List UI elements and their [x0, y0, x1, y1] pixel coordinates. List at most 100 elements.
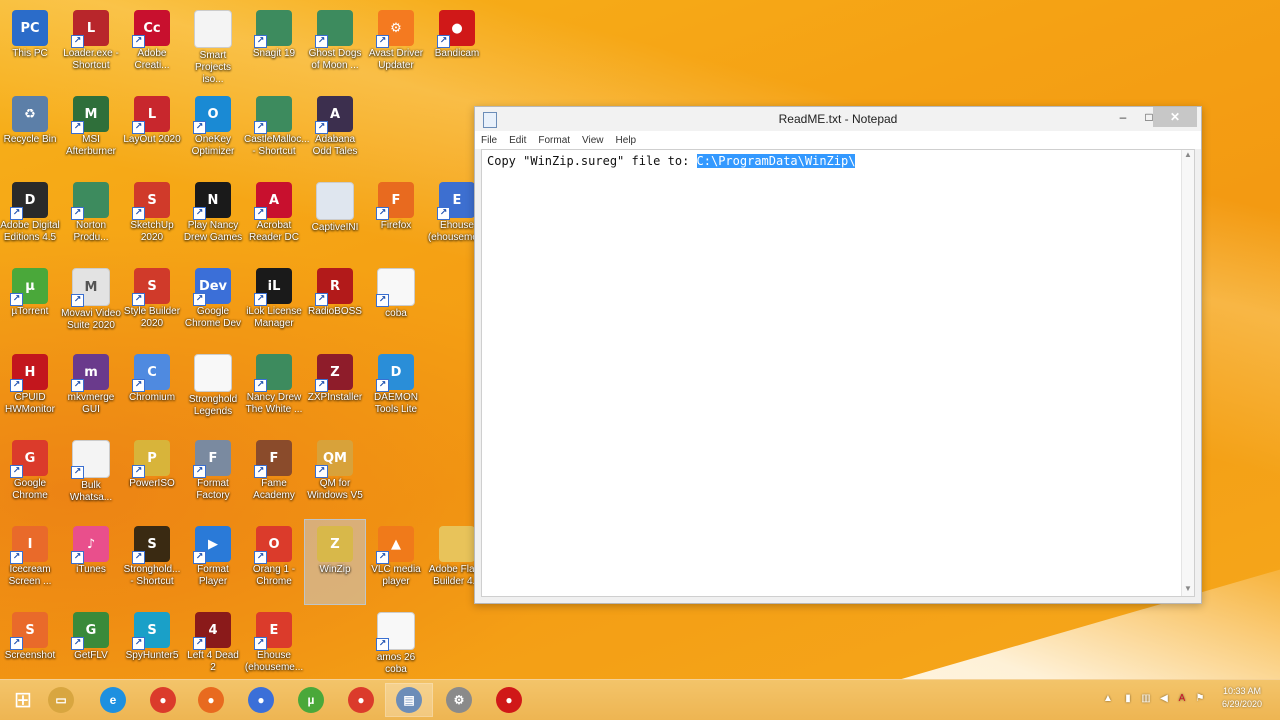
taskbar-notepad[interactable]: ▤	[385, 683, 433, 717]
desktop-icon-msi-afterburner[interactable]: M ↗ MSI Afterburner	[61, 90, 121, 174]
desktop-icon-this-pc[interactable]: PC This PC	[0, 4, 60, 88]
desktop-icon-label: Fame Academy	[253, 478, 295, 501]
taskbar-chrome-ehouse[interactable]: ●	[338, 684, 384, 716]
tray-volume-icon[interactable]: ◀	[1158, 693, 1170, 705]
desktop-icon-style-builder-2020[interactable]: S ↗ Style Builder 2020	[122, 262, 182, 346]
desktop-icon-recycle-bin[interactable]: ♻ Recycle Bin	[0, 90, 60, 174]
desktop-icon-smart-projects-iso[interactable]: Smart Projects iso...	[183, 4, 243, 88]
desktop-icon-cpuid-hwmonitor[interactable]: H ↗ CPUID HWMonitor	[0, 348, 60, 432]
menu-bar: File Edit Format View Help	[475, 131, 1201, 149]
bandicam-icon: ●	[496, 687, 522, 713]
taskbar-file-explorer[interactable]: ▭	[38, 684, 84, 716]
desktop-icon-label: Avast Driver Updater	[368, 48, 424, 71]
desktop-icon-spyhunter5[interactable]: S ↗ SpyHunter5	[122, 606, 182, 690]
shortcut-arrow-icon: ↗	[376, 35, 389, 48]
desktop-icon-sketchup-2020[interactable]: S ↗ SketchUp 2020	[122, 176, 182, 260]
desktop-icon-castlemalloc-shortcut[interactable]: ↗ CastleMalloc... - Shortcut	[244, 90, 310, 174]
desktop-icon-format-factory[interactable]: F ↗ Format Factory	[183, 434, 243, 518]
orang-1-chrome-icon: O ↗	[254, 526, 292, 564]
desktop-icon-winzip[interactable]: Z WinZip	[304, 519, 366, 605]
desktop-icon-itunes[interactable]: ♪ ↗ iTunes	[61, 520, 121, 604]
scroll-up-icon[interactable]: ▲	[1182, 150, 1194, 162]
tray-network-icon[interactable]: ▥	[1140, 693, 1152, 705]
desktop-icon-left-4-dead-2[interactable]: 4 ↗ Left 4 Dead 2	[183, 606, 243, 690]
desktop-icon-firefox[interactable]: F ↗ Firefox	[366, 176, 426, 260]
desktop-icon-getflv[interactable]: G ↗ GetFLV	[61, 606, 121, 690]
taskbar: ⊞ ▭ e ● ● ● µ ● ▤ ⚙ ● ▲ ▮ ▥ ◀ A ⚑ 10:33 AM 6/29/20…	[0, 679, 1280, 720]
desktop-icon-nancy-drew-the-white[interactable]: ↗ Nancy Drew The White ...	[244, 348, 304, 432]
chrome-icon: ●	[150, 687, 176, 713]
minimize-button[interactable]: –	[1109, 107, 1137, 127]
title-bar[interactable]: ReadME.txt - Notepad – □ ✕	[475, 107, 1201, 131]
desktop-icon-ilok-license-manager[interactable]: iL ↗ iLok License Manager	[244, 262, 304, 346]
vertical-scrollbar[interactable]: ▲ ▼	[1181, 150, 1194, 596]
taskbar-chrome[interactable]: ●	[140, 684, 186, 716]
menu-file[interactable]: File	[481, 135, 497, 146]
desktop-icon-google-chrome[interactable]: G ↗ Google Chrome	[0, 434, 60, 518]
desktop-icon-mkvmerge-gui[interactable]: m ↗ mkvmerge GUI	[61, 348, 121, 432]
taskbar-bandicam[interactable]: ●	[486, 684, 532, 716]
desktop-icon-play-nancy-drew-games[interactable]: N ↗ Play Nancy Drew Games	[183, 176, 243, 260]
taskbar-chrome-dev[interactable]: ●	[238, 684, 284, 716]
desktop-icon-avast-driver-updater[interactable]: ⚙ ↗ Avast Driver Updater	[366, 4, 426, 88]
text-editor[interactable]: Copy "WinZip.sureg" file to: C:\ProgramD…	[481, 149, 1195, 597]
tray-flag-icon[interactable]: ⚑	[1194, 693, 1206, 705]
desktop-icon-label: coba	[385, 308, 407, 319]
taskbar-settings[interactable]: ⚙	[436, 684, 482, 716]
taskbar-utorrent[interactable]: µ	[288, 684, 334, 716]
desktop-icon-movavi-video-suite-2020[interactable]: M ↗ Movavi Video Suite 2020	[61, 262, 121, 346]
scroll-down-icon[interactable]: ▼	[1182, 584, 1194, 596]
desktop-icon-coba[interactable]: ↗ coba	[366, 262, 426, 346]
desktop-icon-adobe-creati[interactable]: Cc ↗ Adobe Creati...	[122, 4, 182, 88]
selected-text[interactable]: C:\ProgramData\WinZip\	[696, 154, 856, 168]
desktop-icon-captiveini[interactable]: CaptiveINI	[305, 176, 365, 260]
desktop-icon-label: iLok License Manager	[246, 306, 302, 329]
adabana-odd-tales-icon: A ↗	[315, 96, 353, 134]
tray-battery-icon[interactable]: ▮	[1122, 693, 1134, 705]
desktop-icon-layout-2020[interactable]: L ↗ LayOut 2020	[122, 90, 182, 174]
desktop-icon-torrent[interactable]: µ ↗ µTorrent	[0, 262, 60, 346]
menu-view[interactable]: View	[582, 135, 604, 146]
clock[interactable]: 10:33 AM 6/29/2020	[1222, 685, 1262, 711]
smart-projects-iso-icon	[194, 10, 232, 48]
desktop-icon-fame-academy[interactable]: F ↗ Fame Academy	[244, 434, 304, 518]
desktop-icon-qm-for-windows-v5[interactable]: QM ↗ QM for Windows V5	[305, 434, 365, 518]
norton-produ-icon: ↗	[71, 182, 109, 220]
desktop-icon-chromium[interactable]: C ↗ Chromium	[122, 348, 182, 432]
desktop-icon-adabana-odd-tales[interactable]: A ↗ Adabana Odd Tales	[305, 90, 365, 174]
desktop-icon-norton-produ[interactable]: ↗ Norton Produ...	[61, 176, 121, 260]
desktop-icon-zxpinstaller[interactable]: Z ↗ ZXPInstaller	[305, 348, 365, 432]
menu-help[interactable]: Help	[616, 135, 637, 146]
tray-expand-icon[interactable]: ▲	[1102, 693, 1114, 705]
close-button[interactable]: ✕	[1153, 107, 1197, 127]
desktop-icon-label: Nancy Drew The White ...	[245, 392, 303, 415]
desktop-icon-orang-1-chrome[interactable]: O ↗ Orang 1 - Chrome	[244, 520, 304, 604]
menu-format[interactable]: Format	[538, 135, 570, 146]
menu-edit[interactable]: Edit	[509, 135, 526, 146]
desktop-icon-bulk-whatsa[interactable]: ↗ Bulk Whatsa...	[61, 434, 121, 518]
desktop-icon-daemon-tools-lite[interactable]: D ↗ DAEMON Tools Lite	[366, 348, 426, 432]
notepad-window[interactable]: ReadME.txt - Notepad – □ ✕ File Edit For…	[474, 106, 1202, 604]
desktop-icon-radioboss[interactable]: R ↗ RadioBOSS	[305, 262, 365, 346]
desktop-icon-ghost-dogs-of-moon[interactable]: ↗ Ghost Dogs of Moon ...	[305, 4, 365, 88]
tray-adobe-icon[interactable]: A	[1176, 693, 1188, 705]
desktop-icon-amos-26-coba[interactable]: ↗ amos 26 coba	[366, 606, 426, 690]
desktop-icon-google-chrome-dev[interactable]: Dev ↗ Google Chrome Dev	[183, 262, 243, 346]
desktop-icon-acrobat-reader-dc[interactable]: A ↗ Acrobat Reader DC	[244, 176, 304, 260]
castlemalloc-shortcut-icon: ↗	[254, 96, 292, 134]
desktop-icon-vlc-media-player[interactable]: ▲ ↗ VLC media player	[366, 520, 426, 604]
desktop-icon-snagit-19[interactable]: ↗ Snagit 19	[244, 4, 304, 88]
desktop-icon-stronghold-shortcut[interactable]: S ↗ Stronghold... - Shortcut	[122, 520, 182, 604]
desktop-icon-adobe-digital-editions-4-5[interactable]: D ↗ Adobe Digital Editions 4.5	[0, 176, 60, 260]
desktop-icon-loader-exe-shortcut[interactable]: L ↗ Loader.exe - Shortcut	[61, 4, 121, 88]
desktop-icon-format-player[interactable]: ▶ ↗ Format Player	[183, 520, 243, 604]
taskbar-firefox[interactable]: ●	[188, 684, 234, 716]
desktop-icon-stronghold-legends[interactable]: Stronghold Legends	[183, 348, 243, 432]
desktop-icon-bandicam[interactable]: ● ↗ Bandicam	[427, 4, 487, 88]
desktop-icon-onekey-optimizer[interactable]: O ↗ OneKey Optimizer	[183, 90, 243, 174]
desktop-icon-screenshot[interactable]: S ↗ Screenshot	[0, 606, 60, 690]
desktop-icon-icecream-screen[interactable]: I ↗ Icecream Screen ...	[0, 520, 60, 604]
taskbar-internet-explorer[interactable]: e	[90, 684, 136, 716]
desktop-icon-ehouse-ehouseme[interactable]: E ↗ Ehouse (ehouseme...	[244, 606, 304, 690]
desktop-icon-poweriso[interactable]: P ↗ PowerISO	[122, 434, 182, 518]
